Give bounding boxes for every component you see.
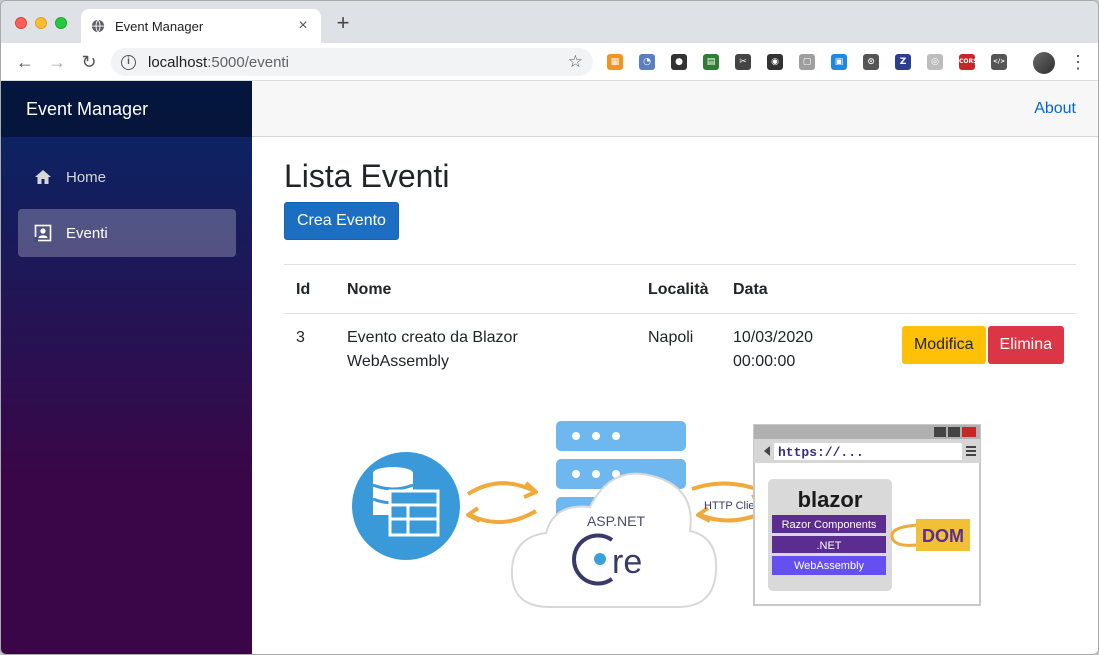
code-ext-icon[interactable]: </> xyxy=(991,54,1007,70)
database-icon xyxy=(352,452,460,560)
new-tab-button[interactable]: + xyxy=(333,12,353,34)
browser-menu-icon[interactable]: ⋮ xyxy=(1069,52,1087,72)
table-header-row: Id Nome Località Data xyxy=(284,264,1076,314)
eye-ext-icon[interactable]: ◉ xyxy=(767,54,783,70)
reload-button[interactable]: ↻ xyxy=(79,52,99,72)
nav-item-home-label: Home xyxy=(66,168,107,186)
header-localita: Località xyxy=(636,264,721,314)
app-root: Event Manager Home Eventi About Lista Ev… xyxy=(1,81,1098,654)
nav-item-home[interactable]: Home xyxy=(18,153,236,201)
cell-id: 3 xyxy=(296,329,305,346)
contact-card-icon xyxy=(34,224,52,242)
about-link[interactable]: About xyxy=(1034,100,1076,118)
browser-window: Event Manager × + ← → ↻ i localhost:5000… xyxy=(0,0,1099,655)
tab-strip: Event Manager × + xyxy=(1,1,1098,43)
brand-bar: Event Manager xyxy=(1,81,252,137)
window-ext-icon[interactable]: ▣ xyxy=(831,54,847,70)
profile-avatar[interactable] xyxy=(1033,52,1055,74)
globe-icon xyxy=(91,19,105,33)
browser-toolbar: ← → ↻ i localhost:5000/eventi ☆ ▦ ◔ ● ▤ ✂ ◉ ▢ ▣… xyxy=(1,43,1098,81)
cell-data: 10/03/2020 00:00:00 xyxy=(721,314,881,387)
info-icon[interactable]: i xyxy=(121,54,136,70)
main-content: About Lista Eventi Crea Evento Id Nome L… xyxy=(252,81,1098,654)
tab-close-icon[interactable]: × xyxy=(295,17,311,35)
header-actions xyxy=(881,264,1076,314)
table-row: 3 Evento creato da Blazor WebAssembly Na… xyxy=(284,314,1076,387)
sidebar: Event Manager Home Eventi xyxy=(1,81,252,654)
url-host: localhost xyxy=(148,53,208,71)
events-table: Id Nome Località Data 3 Evento creato da… xyxy=(284,264,1076,386)
orange-ext-icon[interactable]: ▦ xyxy=(607,54,623,70)
page-content: Lista Eventi Crea Evento Id Nome Localit… xyxy=(252,137,1098,386)
nav-menu: Home Eventi xyxy=(1,137,252,257)
blazor-label: blazor xyxy=(798,487,863,512)
forward-button[interactable]: → xyxy=(47,52,67,72)
cell-localita: Napoli xyxy=(648,329,694,346)
minimize-window-button[interactable] xyxy=(35,17,47,29)
cell-data-line2: 00:00:00 xyxy=(733,353,796,370)
edit-button[interactable]: Modifica xyxy=(901,326,986,364)
sheet-ext-icon[interactable]: ▤ xyxy=(703,54,719,70)
stack-razor-label: Razor Components xyxy=(782,519,877,531)
dark-circle-ext-icon[interactable]: ● xyxy=(671,54,687,70)
architecture-diagram: ASP.NET re HTTP Client https://... blazo… xyxy=(352,421,981,608)
top-row: About xyxy=(252,81,1098,137)
page-title: Lista Eventi xyxy=(284,158,450,194)
bidirectional-arrow-icon xyxy=(466,481,538,525)
cors-ext-icon[interactable]: CORS xyxy=(959,54,977,70)
close-window-button[interactable] xyxy=(15,17,27,29)
header-id: Id xyxy=(284,264,335,314)
cell-nome-line1: Evento creato da Blazor xyxy=(347,329,518,346)
header-nome: Nome xyxy=(335,264,636,314)
cell-nome: Evento creato da Blazor WebAssembly xyxy=(335,314,636,387)
nav-item-eventi-label: Eventi xyxy=(66,224,108,242)
dom-label: DOM xyxy=(922,526,964,546)
url-path: :5000/eventi xyxy=(207,53,289,71)
browser-window-icon: https://... blazor Razor Components .NET… xyxy=(753,424,981,606)
scissors-ext-icon[interactable]: ✂ xyxy=(735,54,751,70)
target-ext-icon[interactable]: ◎ xyxy=(927,54,943,70)
cloud-icon: ASP.NET re xyxy=(510,472,718,608)
tab-title: Event Manager xyxy=(115,18,204,34)
home-icon xyxy=(35,170,51,184)
cell-actions: Modifica Elimina xyxy=(881,314,1076,387)
bookmark-star-icon[interactable]: ☆ xyxy=(568,52,583,72)
stack-dotnet-label: .NET xyxy=(816,540,841,552)
aspnet-label: ASP.NET xyxy=(587,513,646,529)
header-data: Data xyxy=(721,264,881,314)
maximize-window-button[interactable] xyxy=(55,17,67,29)
browser-url-label: https://... xyxy=(778,445,864,460)
cell-nome-line2: WebAssembly xyxy=(347,353,449,370)
cell-data-line1: 10/03/2020 xyxy=(733,329,814,346)
address-bar[interactable]: i localhost:5000/eventi ☆ xyxy=(111,48,593,76)
core-label: re xyxy=(612,543,642,581)
blue-circle-ext-icon[interactable]: ◔ xyxy=(639,54,655,70)
browser-tab[interactable]: Event Manager × xyxy=(81,9,321,43)
create-event-button[interactable]: Crea Evento xyxy=(284,202,399,240)
comment-ext-icon[interactable]: ▢ xyxy=(799,54,815,70)
nav-item-eventi[interactable]: Eventi xyxy=(18,209,236,257)
back-button[interactable]: ← xyxy=(15,52,35,72)
z-ext-icon[interactable]: Z xyxy=(895,54,911,70)
braces-ext-icon[interactable]: ⊙ xyxy=(863,54,879,70)
stack-wasm-label: WebAssembly xyxy=(794,560,865,572)
brand-link[interactable]: Event Manager xyxy=(26,99,148,120)
delete-button[interactable]: Elimina xyxy=(987,326,1064,364)
